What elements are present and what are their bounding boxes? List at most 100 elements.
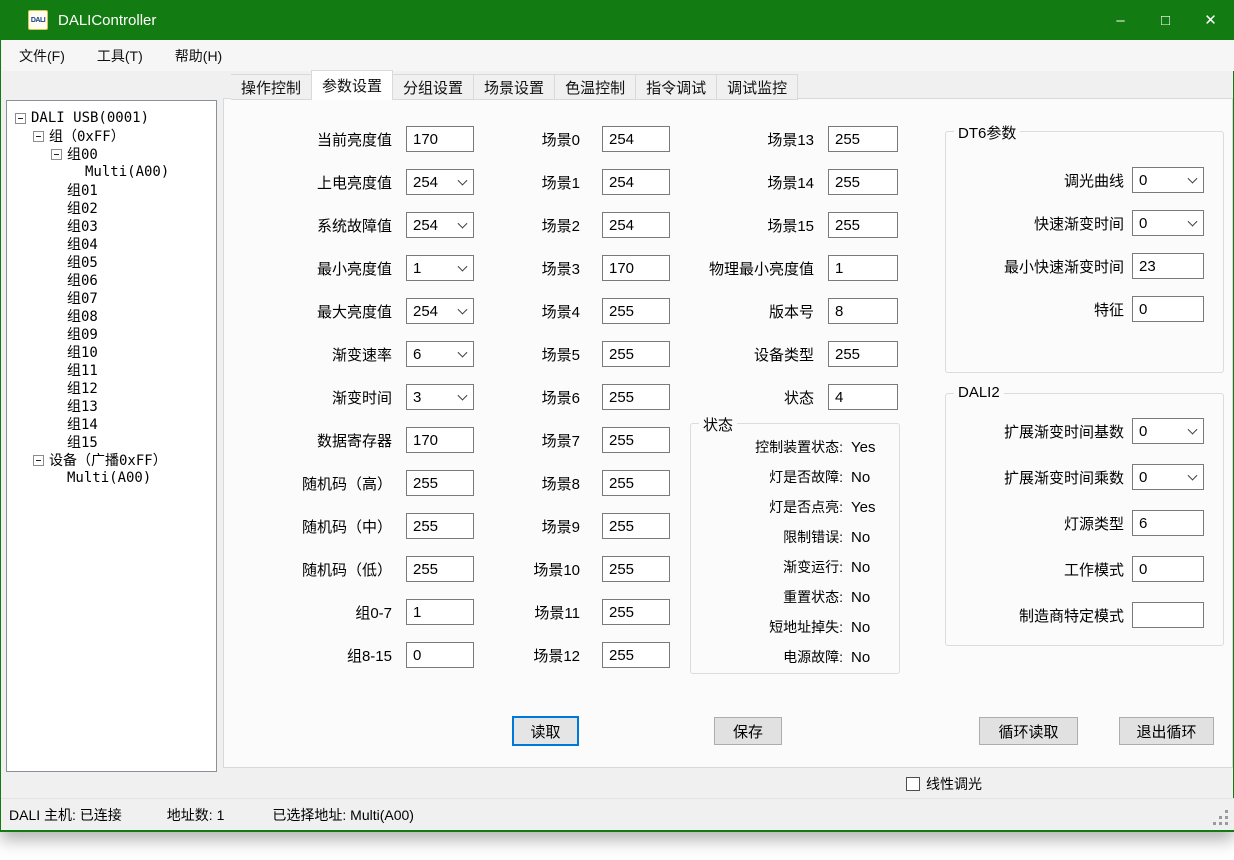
tab[interactable]: 场景设置 [474, 74, 555, 100]
tab[interactable]: 参数设置 [311, 70, 393, 100]
scene-label: 场景0 [460, 129, 580, 150]
param-input[interactable] [1133, 465, 1203, 489]
tree-node[interactable]: 组（0xFF） [7, 127, 216, 145]
param-input[interactable] [1133, 211, 1203, 235]
tree-node[interactable]: 组13 [7, 397, 216, 415]
param-row: 渐变速率 [232, 341, 482, 367]
param-input[interactable] [829, 385, 897, 409]
tree-node[interactable]: 组06 [7, 271, 216, 289]
param-input[interactable] [829, 127, 897, 151]
param-row: 工作模式 [946, 556, 1223, 582]
param-label: 最大亮度值 [232, 301, 392, 322]
param-input[interactable] [1133, 168, 1203, 192]
tree-expand-icon[interactable] [33, 455, 44, 466]
tab[interactable]: 分组设置 [393, 74, 474, 100]
scene-row: 场景1 [460, 169, 670, 195]
scene-input[interactable] [603, 342, 669, 366]
menu-item[interactable]: 工具(T) [82, 40, 158, 72]
dt6-group-title: DT6参数 [954, 122, 1020, 143]
save-button[interactable]: 保存 [714, 717, 782, 745]
scene-input[interactable] [603, 213, 669, 237]
param-input[interactable] [829, 299, 897, 323]
tab[interactable]: 操作控制 [231, 74, 312, 100]
tab[interactable]: 色温控制 [555, 74, 636, 100]
scene-input[interactable] [603, 170, 669, 194]
status-row: 电源故障: No [691, 647, 899, 667]
tree-node[interactable]: 设备（广播0xFF） [7, 451, 216, 469]
menu-item[interactable]: 文件(F) [4, 40, 80, 72]
tree-node[interactable]: 组10 [7, 343, 216, 361]
tree-node[interactable]: 组14 [7, 415, 216, 433]
tree-node-label: 组14 [67, 414, 98, 434]
scene-field [602, 341, 670, 367]
scene-input[interactable] [603, 600, 669, 624]
linear-dim-checkbox[interactable] [906, 777, 920, 791]
param-row: 扩展渐变时间乘数 [946, 464, 1223, 490]
exit-loop-button[interactable]: 退出循环 [1119, 717, 1214, 745]
tree-expand-icon[interactable] [51, 149, 62, 160]
tree-node[interactable]: 组12 [7, 379, 216, 397]
scene-input[interactable] [603, 514, 669, 538]
scene-field [602, 556, 670, 582]
scene-input[interactable] [603, 471, 669, 495]
status-bar: DALI 主机: 已连接 地址数: 1 已选择地址: Multi(A00) [1, 798, 1234, 832]
param-input[interactable] [829, 342, 897, 366]
tab[interactable]: 指令调试 [636, 74, 717, 100]
tree-node[interactable]: Multi(A00) [7, 469, 216, 487]
param-field [1132, 253, 1204, 279]
close-button[interactable]: ✕ [1188, 0, 1233, 40]
scene-input[interactable] [603, 557, 669, 581]
param-row: 物理最小亮度值 [688, 255, 900, 281]
tree-node[interactable]: 组02 [7, 199, 216, 217]
scene-field [602, 599, 670, 625]
tab[interactable]: 调试监控 [717, 74, 798, 100]
param-input[interactable] [1133, 254, 1203, 278]
param-label: 灯源类型 [946, 513, 1124, 534]
param-label: 版本号 [688, 301, 814, 322]
scene-input[interactable] [603, 127, 669, 151]
tree-node[interactable]: 组08 [7, 307, 216, 325]
param-input[interactable] [1133, 603, 1203, 627]
minimize-button[interactable]: – [1098, 0, 1143, 40]
param-input[interactable] [1133, 297, 1203, 321]
read-button[interactable]: 读取 [512, 716, 579, 746]
menu-item[interactable]: 帮助(H) [160, 40, 237, 72]
tree-expand-icon[interactable] [15, 113, 26, 124]
tree-expand-icon[interactable] [33, 131, 44, 142]
resize-grip-icon[interactable] [1213, 810, 1229, 826]
maximize-button[interactable]: □ [1143, 0, 1188, 40]
tree-node[interactable]: 组01 [7, 181, 216, 199]
scene-row: 场景2 [460, 212, 670, 238]
scene-label: 场景5 [460, 344, 580, 365]
tree-node[interactable]: 组07 [7, 289, 216, 307]
loop-read-button[interactable]: 循环读取 [979, 717, 1078, 745]
scene-row: 场景10 [460, 556, 670, 582]
tree-node[interactable]: 组04 [7, 235, 216, 253]
tree-node[interactable]: 组05 [7, 253, 216, 271]
scene-input[interactable] [603, 643, 669, 667]
tree-node[interactable]: Multi(A00) [7, 163, 216, 181]
scene-input[interactable] [603, 299, 669, 323]
param-input[interactable] [1133, 419, 1203, 443]
tree-node[interactable]: 组11 [7, 361, 216, 379]
tree-node[interactable]: 组03 [7, 217, 216, 235]
tree-node[interactable]: 组09 [7, 325, 216, 343]
param-input[interactable] [1133, 511, 1203, 535]
param-input[interactable] [829, 213, 897, 237]
tree-node[interactable]: DALI USB(0001) [7, 109, 216, 127]
scene-input[interactable] [603, 256, 669, 280]
statusbar-address-count: 地址数: 1 [167, 805, 225, 825]
scene-input[interactable] [603, 385, 669, 409]
scene-row: 场景0 [460, 126, 670, 152]
param-label: 随机码（高） [232, 473, 392, 494]
param-input[interactable] [1133, 557, 1203, 581]
linear-dim-row: 线性调光 [906, 774, 982, 794]
scene-input[interactable] [603, 428, 669, 452]
tree-node[interactable]: 组00 [7, 145, 216, 163]
status-group: 状态 控制装置状态: Yes 灯是否故障: No [690, 423, 900, 674]
tree-node[interactable]: 组15 [7, 433, 216, 451]
scene-column: 场景0 场景1 [460, 126, 670, 685]
param-input[interactable] [829, 256, 897, 280]
tree-node-label: DALI USB(0001) [31, 110, 149, 126]
param-input[interactable] [829, 170, 897, 194]
